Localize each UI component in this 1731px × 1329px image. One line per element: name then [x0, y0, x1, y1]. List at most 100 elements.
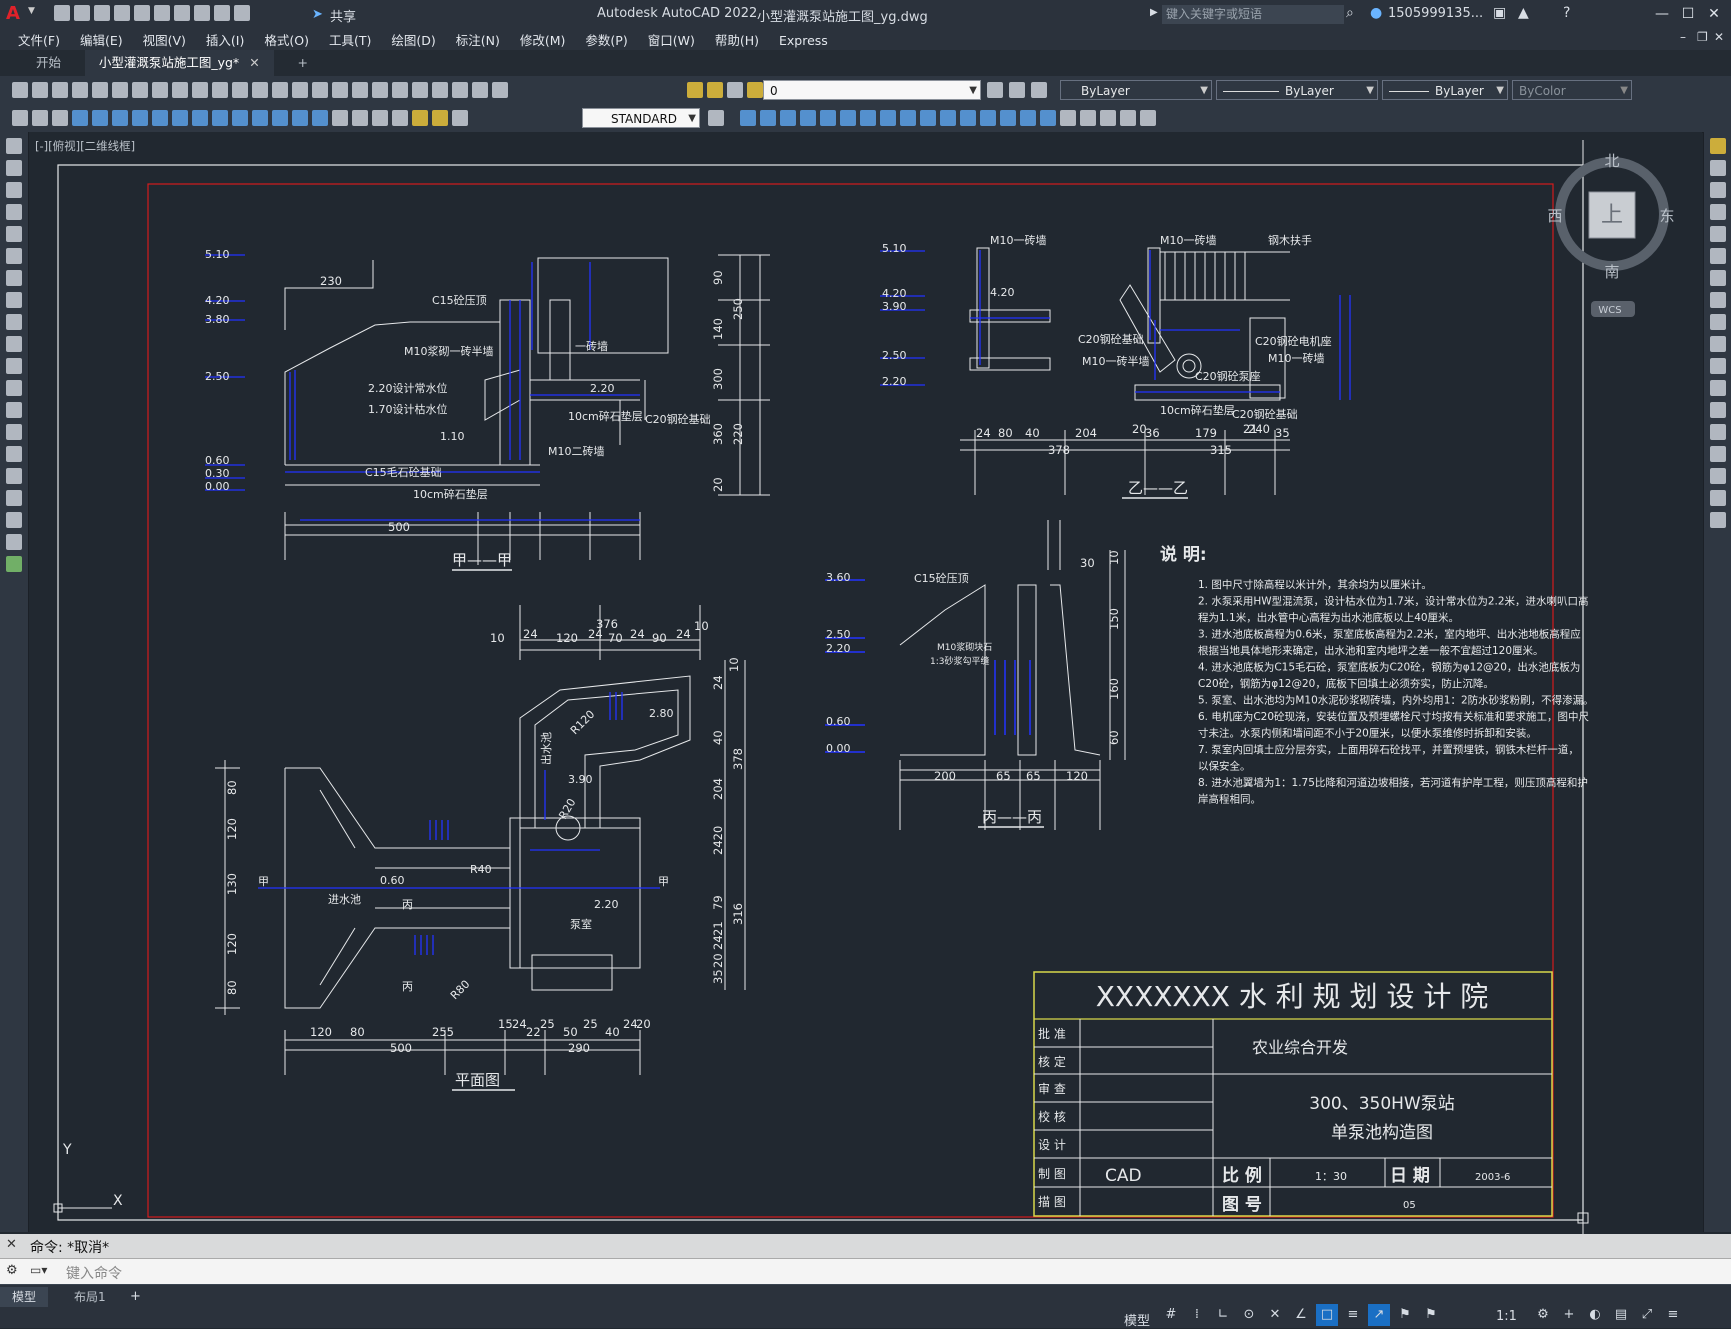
dim-update-icon[interactable] — [452, 110, 468, 126]
layout-tab-model[interactable]: 模型 — [0, 1287, 49, 1307]
new-icon[interactable] — [54, 5, 70, 21]
dim-edit-icon[interactable] — [412, 110, 428, 126]
break-side-icon[interactable] — [1710, 402, 1726, 418]
spline-icon[interactable] — [6, 314, 22, 330]
lineweight-icon[interactable]: ≡ — [1342, 1304, 1364, 1326]
break-point-icon[interactable] — [1710, 380, 1726, 396]
doc-close-icon[interactable]: ✕ — [1714, 30, 1724, 44]
polygon-icon[interactable] — [6, 204, 22, 220]
undo-icon[interactable] — [194, 5, 210, 21]
share-icon[interactable]: ➤ — [312, 7, 323, 22]
wrench-icon[interactable]: ⚙ — [6, 1263, 18, 1278]
workspace-gear-icon[interactable]: ⚙ — [1532, 1304, 1554, 1326]
close-cmd-icon[interactable]: ✕ — [6, 1237, 17, 1252]
layer-previous-icon[interactable] — [1009, 82, 1025, 98]
quick-dim-icon[interactable] — [12, 110, 28, 126]
baseline-dim-icon[interactable] — [252, 110, 268, 126]
explode-icon[interactable] — [1040, 110, 1056, 126]
jogged-linear-icon[interactable] — [392, 110, 408, 126]
save-icon[interactable] — [52, 82, 68, 98]
publish-icon[interactable] — [112, 82, 128, 98]
autocad-logo-icon[interactable]: A — [6, 3, 20, 24]
chamfer-side-icon[interactable] — [1710, 446, 1726, 462]
ellipse-icon[interactable] — [6, 336, 22, 352]
color-dropdown[interactable]: ByLayer ▼ — [1060, 80, 1212, 100]
polar-icon[interactable]: ⊙ — [1238, 1304, 1260, 1326]
cut-icon[interactable] — [152, 82, 168, 98]
offset-side-icon[interactable] — [1710, 204, 1726, 220]
offset-icon[interactable] — [800, 110, 816, 126]
chamfer-icon[interactable] — [1000, 110, 1016, 126]
3d-print-icon[interactable] — [132, 82, 148, 98]
menu-item[interactable]: 编辑(E) — [70, 28, 133, 49]
layer-dropdown[interactable]: 0 ▼ — [763, 80, 981, 100]
save-as-icon[interactable] — [114, 5, 130, 21]
search-icon[interactable]: ⌕ — [1346, 5, 1354, 21]
extend-icon[interactable] — [940, 110, 956, 126]
menu-item[interactable]: 参数(P) — [575, 28, 637, 49]
add-icon[interactable]: + — [1558, 1304, 1580, 1326]
hatch-back-icon[interactable] — [1140, 110, 1156, 126]
menu-item[interactable]: 文件(F) — [8, 28, 70, 49]
menu-item[interactable]: 绘图(D) — [381, 28, 445, 49]
osnap-icon[interactable]: □ — [1316, 1304, 1338, 1326]
annotation-scale[interactable]: 1:1 — [1496, 1309, 1517, 1324]
construction-line-icon[interactable] — [6, 160, 22, 176]
array-side-icon[interactable] — [1710, 226, 1726, 242]
trim-side-icon[interactable] — [1710, 336, 1726, 352]
sheet-set-icon[interactable] — [412, 82, 428, 98]
center-mark-icon[interactable] — [352, 110, 368, 126]
rotate-side-icon[interactable] — [1710, 270, 1726, 286]
preview-icon[interactable] — [92, 82, 108, 98]
bring-front-icon[interactable] — [1080, 110, 1096, 126]
user-name[interactable]: 1505999135... — [1388, 6, 1483, 21]
snap-icon[interactable]: ⁞ — [1186, 1304, 1208, 1326]
radius-dim-icon[interactable] — [152, 110, 168, 126]
text-front-icon[interactable] — [1120, 110, 1136, 126]
break-icon[interactable] — [960, 110, 976, 126]
add-selected-icon[interactable] — [6, 556, 22, 572]
make-block-icon[interactable] — [32, 110, 48, 126]
hatch-icon[interactable] — [52, 110, 68, 126]
insert-block-icon[interactable] — [6, 380, 22, 396]
diameter-dim-icon[interactable] — [192, 110, 208, 126]
user-icon[interactable]: ● — [1370, 5, 1382, 21]
otrack-icon[interactable]: ∠ — [1290, 1304, 1312, 1326]
draw-order-icon[interactable] — [1060, 110, 1076, 126]
extend-side-icon[interactable] — [1710, 358, 1726, 374]
tool-palettes-icon[interactable] — [392, 82, 408, 98]
zoom-realtime-icon[interactable] — [292, 82, 308, 98]
table-icon[interactable] — [6, 512, 22, 528]
send-back-icon[interactable] — [1100, 110, 1116, 126]
design-center-icon[interactable] — [372, 82, 388, 98]
layer-props-icon[interactable] — [492, 82, 508, 98]
command-line[interactable]: ⚙ ▭▾ 键入命令 — [0, 1258, 1731, 1285]
isolate-icon[interactable]: ◐ — [1584, 1304, 1606, 1326]
mirror-side-icon[interactable] — [1710, 182, 1726, 198]
explode-side-icon[interactable] — [1710, 512, 1726, 528]
copy-side-icon[interactable] — [1710, 160, 1726, 176]
search-input[interactable]: 键入关键字或短语 — [1162, 5, 1344, 24]
tab-start[interactable]: 开始 — [22, 50, 75, 76]
polyline-icon[interactable] — [6, 182, 22, 198]
menu-item[interactable]: 工具(T) — [319, 28, 381, 49]
copy-icon[interactable] — [172, 82, 188, 98]
scale-side-icon[interactable] — [1710, 292, 1726, 308]
menu-item[interactable]: 格式(O) — [254, 28, 319, 49]
continue-dim-icon[interactable] — [272, 110, 288, 126]
calculator-icon[interactable] — [452, 82, 468, 98]
layer-freeze-icon[interactable] — [707, 82, 723, 98]
linear-dim-icon[interactable] — [72, 110, 88, 126]
hardware-accel-icon[interactable]: ▤ — [1610, 1304, 1632, 1326]
line-icon[interactable] — [6, 138, 22, 154]
inspection-icon[interactable] — [372, 110, 388, 126]
minimize-icon[interactable]: — — [1652, 4, 1672, 24]
fillet-icon[interactable] — [1020, 110, 1036, 126]
quick-dim2-icon[interactable] — [232, 110, 248, 126]
command-input[interactable]: 键入命令 — [66, 1263, 122, 1283]
fillet-side-icon[interactable] — [1710, 468, 1726, 484]
add-layout-button[interactable]: + — [124, 1287, 147, 1307]
maximize-icon[interactable]: ☐ — [1678, 4, 1698, 24]
redo-icon[interactable] — [214, 5, 230, 21]
app-menu-chevron-icon[interactable]: ▼ — [28, 6, 35, 16]
